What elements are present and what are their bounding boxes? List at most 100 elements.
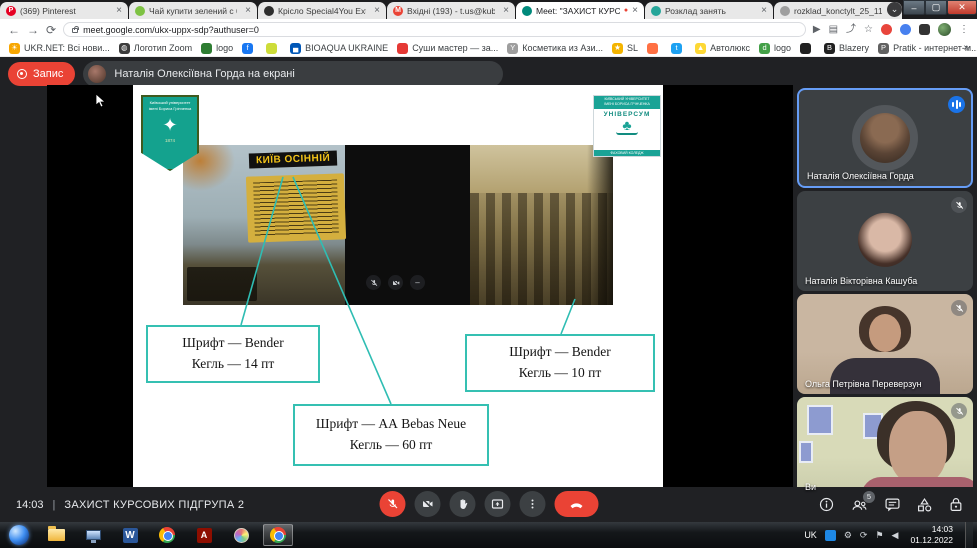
maximize-button[interactable]: ▢ — [925, 0, 947, 15]
browser-menu-icon[interactable]: ⋮ — [959, 25, 969, 35]
mic-toggle-button[interactable] — [379, 491, 405, 517]
taskbar-acrobat[interactable]: A — [189, 524, 219, 546]
bookmark-item[interactable] — [800, 43, 815, 54]
participant-tile[interactable]: Ольга Петрівна Переверзун — [797, 294, 973, 394]
browser-tab[interactable]: M Вхідні (193) - t.us@kubg.edu.ua × — [387, 2, 515, 19]
tab-close-icon[interactable]: × — [761, 6, 767, 16]
chrome-icon — [159, 527, 175, 543]
back-icon[interactable]: ← — [8, 24, 20, 36]
bookmark-item[interactable]: B Blazery — [824, 43, 869, 54]
host-controls-icon[interactable] — [949, 497, 963, 512]
share-icon[interactable]: ⤴ — [846, 25, 856, 35]
close-button[interactable]: ✕ — [947, 0, 977, 15]
magazine-title: КИЇВ ОСІННІЙ — [249, 150, 338, 168]
bookmark-item[interactable]: ▲ Автолюкс — [695, 43, 750, 54]
participant-tile-self[interactable]: Ви — [797, 397, 973, 497]
browser-tab[interactable]: Чай купити зелений с бергам... × — [129, 2, 257, 19]
cast-icon[interactable]: ▶ — [813, 25, 821, 35]
bookmark-star-icon[interactable]: ☆ — [864, 25, 873, 35]
bookmark-item[interactable]: ▄ BIOAQUA UKRAINE — [290, 43, 388, 54]
browser-tab[interactable]: Крісло Special4You ExtremeRac... × — [258, 2, 386, 19]
chrome-icon — [270, 527, 286, 543]
bookmark-item[interactable]: t — [671, 43, 686, 54]
browser-tab[interactable]: Meet: "ЗАХИСТ КУРСОВИ ● × — [516, 2, 644, 19]
taskbar-computer[interactable] — [78, 524, 108, 546]
tab-favicon — [135, 6, 145, 16]
camera-toggle-button[interactable] — [414, 491, 440, 517]
tray-sync-icon[interactable]: ⟳ — [860, 531, 868, 540]
magazine-text-block — [246, 173, 346, 242]
bookmark-item[interactable]: d logo — [759, 43, 791, 54]
extension-icon[interactable] — [881, 24, 892, 35]
taskbar-word[interactable]: W — [115, 524, 145, 546]
start-button[interactable] — [4, 524, 34, 546]
bookmark-favicon: ▲ — [695, 43, 706, 54]
browser-tab[interactable]: Розклад занять × — [645, 2, 773, 19]
extension-icon[interactable] — [900, 24, 911, 35]
show-desktop-button[interactable] — [965, 522, 973, 548]
tab-favicon — [522, 6, 532, 16]
chat-panel-icon[interactable] — [885, 498, 900, 512]
screenshare-stage: Київський університет імені Бориса Грінч… — [47, 85, 793, 487]
end-call-button[interactable] — [554, 491, 598, 517]
participant-name: Ви — [805, 482, 816, 492]
bookmark-item[interactable] — [266, 43, 281, 54]
bookmark-item[interactable]: Суши мастер — за... — [397, 43, 498, 54]
meeting-details-icon[interactable] — [819, 497, 834, 512]
tray-tools-icon[interactable]: ⚙ — [844, 531, 852, 540]
system-tray: UK ⚙ ⟳ ⚑ ◀ 14:03 01.12.2022 — [804, 522, 973, 548]
language-indicator[interactable]: UK — [804, 530, 817, 540]
tab-close-icon[interactable]: × — [503, 6, 509, 16]
bookmarks-overflow-icon[interactable]: » — [963, 42, 969, 53]
tab-title: Чай купити зелений с бергам... — [149, 6, 237, 16]
tab-close-icon[interactable]: × — [374, 6, 380, 16]
bookmark-favicon: P — [878, 43, 889, 54]
profile-avatar[interactable] — [938, 23, 951, 36]
tab-search-icon[interactable]: ⌄ — [887, 2, 902, 17]
bookmark-label: Логотип Zoom — [134, 43, 192, 53]
tab-title: (369) Pinterest — [20, 6, 108, 16]
tray-volume-icon[interactable]: ◀ — [892, 531, 899, 540]
collapse-mini-icon: – — [410, 275, 425, 290]
raise-hand-button[interactable] — [449, 491, 475, 517]
save-page-icon[interactable]: ▤ — [829, 25, 838, 35]
tray-action-center-icon[interactable]: ⚑ — [875, 531, 883, 540]
speaking-indicator-icon — [948, 96, 965, 113]
extensions-puzzle-icon[interactable] — [919, 24, 930, 35]
book-emblem-icon: ✦ — [162, 116, 177, 134]
taskbar-chrome-active[interactable] — [263, 524, 293, 546]
minimize-button[interactable]: – — [903, 0, 925, 15]
bookmark-item[interactable]: f — [242, 43, 257, 54]
address-bar[interactable]: meet.google.com/ukx-uppx-sdp?authuser=0 — [63, 22, 806, 37]
taskbar-clock[interactable]: 14:03 01.12.2022 — [910, 524, 953, 546]
browser-tab[interactable]: rozklad_konctylt_25_11.pdf × — [774, 2, 902, 19]
browser-tab[interactable]: P (369) Pinterest × — [0, 2, 128, 19]
present-screen-button[interactable] — [484, 491, 510, 517]
more-options-button[interactable] — [519, 491, 545, 517]
bookmark-item[interactable]: ★ SL — [612, 43, 638, 54]
participants-panel-icon[interactable]: 5 — [851, 498, 868, 512]
bookmark-item[interactable]: logo — [201, 43, 233, 54]
taskbar-explorer[interactable] — [41, 524, 71, 546]
participant-tile[interactable]: Наталія Олексіївна Горда — [797, 88, 973, 188]
monitor-icon — [86, 530, 101, 540]
forward-icon[interactable]: → — [27, 24, 39, 36]
tab-close-icon[interactable]: × — [116, 6, 122, 16]
taskbar-chrome[interactable] — [152, 524, 182, 546]
bookmark-item[interactable]: ☀ UKR.NET: Всі нови... — [9, 43, 110, 54]
url-text: meet.google.com/ukx-uppx-sdp?authuser=0 — [83, 25, 259, 35]
bookmark-item[interactable]: P Pratik - интернет-м... — [878, 43, 977, 54]
taskbar-paint[interactable] — [226, 524, 256, 546]
bookmark-item[interactable] — [647, 43, 662, 54]
bookmark-item[interactable]: Y Косметика из Ази... — [507, 43, 603, 54]
bookmark-item[interactable]: ◍ Логотип Zoom — [119, 43, 192, 54]
activities-icon[interactable] — [917, 498, 932, 512]
tab-close-icon[interactable]: × — [245, 6, 251, 16]
tab-close-icon[interactable]: × — [632, 6, 638, 16]
participant-tile[interactable]: Наталія Вікторівна Кашуба — [797, 191, 973, 291]
reload-icon[interactable]: ⟳ — [46, 24, 56, 36]
participant-name: Наталія Олексіївна Горда — [807, 171, 914, 181]
presentation-slide: Київський університет імені Бориса Грінч… — [133, 85, 663, 487]
tray-messenger-icon[interactable] — [825, 530, 836, 541]
presenter-banner[interactable]: Наталія Олексіївна Горда на екрані — [83, 61, 503, 87]
